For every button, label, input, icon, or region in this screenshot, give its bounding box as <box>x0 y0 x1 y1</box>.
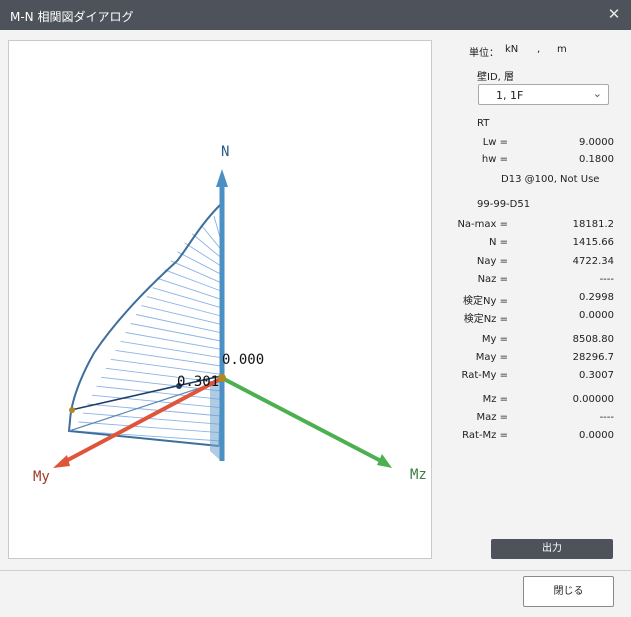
mz-axis-line <box>221 376 382 463</box>
title-bar: M-N 相関図ダイアログ ✕ <box>0 0 631 30</box>
property-row: Nay = 4722.34 <box>440 256 630 270</box>
property-value: 0.00000 <box>572 394 614 405</box>
property-row: hw = 0.1800 <box>440 154 630 168</box>
property-value: 1415.66 <box>572 237 614 248</box>
property-value: 9.0000 <box>579 137 614 148</box>
property-row: Na-max = 18181.2 <box>440 219 630 233</box>
property-label: N = <box>488 237 508 248</box>
interaction-surface-mesh <box>73 215 222 442</box>
mesh-line <box>184 242 222 267</box>
unit-force: kN <box>505 44 519 55</box>
property-label: Mz = <box>482 394 508 405</box>
property-value: 0.3007 <box>579 370 614 381</box>
wall-id-select[interactable]: 1, 1F ⌄ <box>478 84 609 105</box>
property-row: Lw = 9.0000 <box>440 137 630 151</box>
property-row: Rat-Mz = 0.0000 <box>440 430 630 444</box>
unit-separator: , <box>537 44 541 55</box>
mesh-line <box>130 323 222 342</box>
footer-divider <box>0 570 631 571</box>
property-label: My = <box>481 334 508 345</box>
unit-label: 単位： <box>469 48 499 59</box>
close-icon[interactable]: ✕ <box>605 4 623 24</box>
mesh-line <box>158 278 222 300</box>
mesh-line <box>78 421 222 434</box>
property-row: Maz = ---- <box>440 412 630 426</box>
property-value: 4722.34 <box>572 256 614 267</box>
origin-marker <box>218 374 226 382</box>
property-row: My = 8508.80 <box>440 334 630 348</box>
property-label: Nay = <box>476 256 508 267</box>
property-row: May = 28296.7 <box>440 352 630 366</box>
property-label: Naz = <box>477 274 508 285</box>
mesh-line <box>125 332 222 350</box>
mesh-line <box>115 349 222 367</box>
mesh-line <box>200 224 222 250</box>
mesh-line <box>177 251 222 275</box>
case-name: 99-99-D51 <box>477 199 531 210</box>
property-value: 0.0000 <box>579 430 614 441</box>
property-label: Rat-My = <box>461 370 509 381</box>
property-value: 8508.80 <box>572 334 614 345</box>
n-axis-label: N <box>221 144 229 160</box>
rebar-note: D13 @100, Not Use <box>501 174 600 185</box>
property-value: 18181.2 <box>572 219 614 230</box>
property-row: N = 1415.66 <box>440 237 630 251</box>
wall-id-label: 壁ID, 層 <box>477 72 515 83</box>
n-axis-arrow-icon <box>216 169 228 187</box>
property-label: Rat-Mz = <box>462 430 508 441</box>
property-label: hw = <box>481 154 508 165</box>
surface-outline <box>67 203 222 447</box>
mesh-line <box>170 260 222 284</box>
unit-length: m <box>557 44 567 55</box>
mz-axis-label: Mz <box>410 467 427 483</box>
mesh-line <box>164 269 222 292</box>
mn-3d-viewport[interactable]: N My Mz 0.000 0.301 <box>8 40 432 559</box>
property-value: ---- <box>599 412 614 423</box>
my-axis-line <box>63 376 223 464</box>
property-label: 検定Nz = <box>463 314 508 325</box>
my-axis-arrow-icon <box>53 455 70 468</box>
chevron-down-icon: ⌄ <box>592 87 602 100</box>
section-point-label: 0.301 <box>177 374 219 390</box>
property-row: 検定Ny = 0.2998 <box>440 292 630 307</box>
wall-id-value: 1, 1F <box>496 89 524 102</box>
property-value: 0.2998 <box>579 292 614 303</box>
property-value: 0.0000 <box>579 310 614 321</box>
property-label: 検定Ny = <box>463 296 508 307</box>
property-label: Lw = <box>482 137 508 148</box>
property-label: May = <box>475 352 508 363</box>
my-axis-label: My <box>33 469 50 485</box>
surface-edge-marker <box>69 407 75 413</box>
mesh-line <box>152 287 222 309</box>
origin-value-label: 0.000 <box>222 352 264 368</box>
property-value: 0.1800 <box>579 154 614 165</box>
mesh-line <box>192 233 222 259</box>
property-label: Maz = <box>476 412 508 423</box>
property-row: Rat-My = 0.3007 <box>440 370 630 384</box>
property-row: Naz = ---- <box>440 274 630 288</box>
section-name: RT <box>477 118 490 129</box>
mz-axis-arrow-icon <box>377 454 392 468</box>
surface-plane <box>210 381 221 461</box>
window-title: M-N 相関図ダイアログ <box>10 10 134 24</box>
property-value: 28296.7 <box>572 352 614 363</box>
mn-diagram: N My Mz 0.000 0.301 <box>33 144 427 485</box>
mesh-line <box>135 314 222 334</box>
property-row: Mz = 0.00000 <box>440 394 630 408</box>
close-button[interactable]: 閉じる <box>523 576 614 607</box>
output-button[interactable]: 出力 <box>491 539 613 559</box>
property-row: 検定Nz = 0.0000 <box>440 310 630 325</box>
property-value: ---- <box>599 274 614 285</box>
mesh-line <box>110 358 222 375</box>
info-panel: 単位： kN , m 壁ID, 層 1, 1F ⌄ RT Lw = 9.0000 h… <box>440 30 630 570</box>
property-label: Na-max = <box>457 219 508 230</box>
mesh-line <box>146 296 222 317</box>
mesh-line <box>120 340 222 359</box>
mesh-line <box>141 305 222 325</box>
